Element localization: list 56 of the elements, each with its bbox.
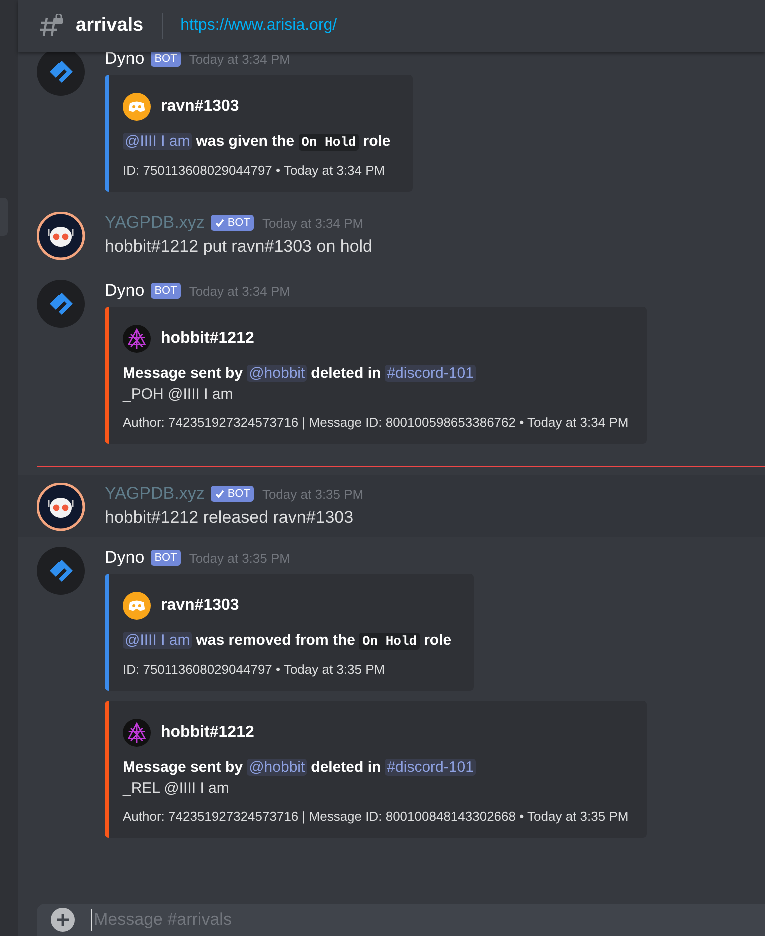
message-text: hobbit#1212 put ravn#1303 on hold (105, 237, 374, 257)
locked-channel-icon (38, 14, 64, 38)
embed-text: _REL @IIII I am (123, 780, 230, 797)
add-icon[interactable] (51, 908, 75, 932)
mention-link[interactable]: @IIII I am (123, 632, 192, 649)
embed-footer: ID: 750113608029044797 • Today at 3:35 PM (123, 662, 456, 677)
user-avatar-icon[interactable] (37, 547, 85, 595)
mention-link[interactable]: @IIII I am (123, 133, 192, 150)
user-avatar-icon[interactable] (37, 280, 85, 328)
embed-author: hobbit#1212 (161, 724, 254, 742)
embed-text: deleted in (311, 365, 382, 382)
embed-text: Message sent by (123, 365, 244, 382)
mention-link[interactable]: #discord-101 (385, 365, 476, 382)
embed-text: was given the (196, 133, 295, 150)
author-name[interactable]: Dyno (105, 281, 145, 301)
embed-author: hobbit#1212 (161, 330, 254, 348)
bot-badge: BOT (210, 215, 254, 231)
embed-text: _POH @IIII I am (123, 386, 234, 403)
embed-text: Message sent by (123, 759, 244, 776)
embed-footer: ID: 750113608029044797 • Today at 3:34 PM (123, 163, 395, 178)
embed-footer: Author: 742351927324573716 | Message ID: 800100598653386762 • Today at 3:34 PM (123, 415, 629, 430)
timestamp: Today at 3:34 PM (189, 284, 290, 298)
author-name[interactable]: YAGPDB.xyz (105, 213, 205, 233)
mention-link[interactable]: @hobbit (247, 759, 308, 776)
embed-text: deleted in (311, 759, 382, 776)
mention-link[interactable]: @hobbit (247, 365, 308, 382)
robot-avatar-icon[interactable] (37, 212, 85, 260)
star-sigil-avatar-icon (123, 719, 151, 747)
author-name[interactable]: Dyno (105, 52, 145, 69)
bot-badge: BOT (150, 550, 182, 566)
inline-code: On Hold (359, 633, 420, 650)
embed-footer: Author: 742351927324573716 | Message ID: 800100848143302668 • Today at 3:35 PM (123, 809, 629, 824)
robot-avatar-icon[interactable] (37, 483, 85, 531)
embed-author: ravn#1303 (161, 597, 240, 615)
timestamp: Today at 3:34 PM (262, 216, 364, 230)
inline-code: On Hold (298, 134, 360, 151)
embed-text: was removed from the (196, 632, 356, 649)
channel-name: arrivals (76, 15, 144, 37)
game-controller-avatar-icon (123, 93, 151, 121)
timestamp: Today at 3:34 PM (189, 52, 290, 66)
topic-link[interactable]: https://www.arisia.org/ (180, 17, 338, 35)
game-controller-avatar-icon (123, 592, 151, 620)
star-sigil-avatar-icon (123, 325, 151, 353)
embed-text: role (424, 632, 452, 649)
embed-text: role (363, 133, 391, 150)
timestamp: Today at 3:35 PM (189, 550, 290, 566)
bot-badge: BOT (150, 283, 182, 299)
bot-badge: BOT (210, 486, 254, 502)
user-avatar-icon[interactable] (37, 52, 85, 96)
timestamp: Today at 3:35 PM (262, 486, 364, 502)
mention-link[interactable]: #discord-101 (385, 759, 476, 776)
bot-badge: BOT (150, 52, 182, 67)
embed-author: ravn#1303 (161, 98, 240, 116)
author-name[interactable]: Dyno (105, 548, 145, 568)
author-name[interactable]: YAGPDB.xyz (105, 484, 205, 504)
message-text: hobbit#1212 released ravn#1303 (105, 508, 355, 528)
